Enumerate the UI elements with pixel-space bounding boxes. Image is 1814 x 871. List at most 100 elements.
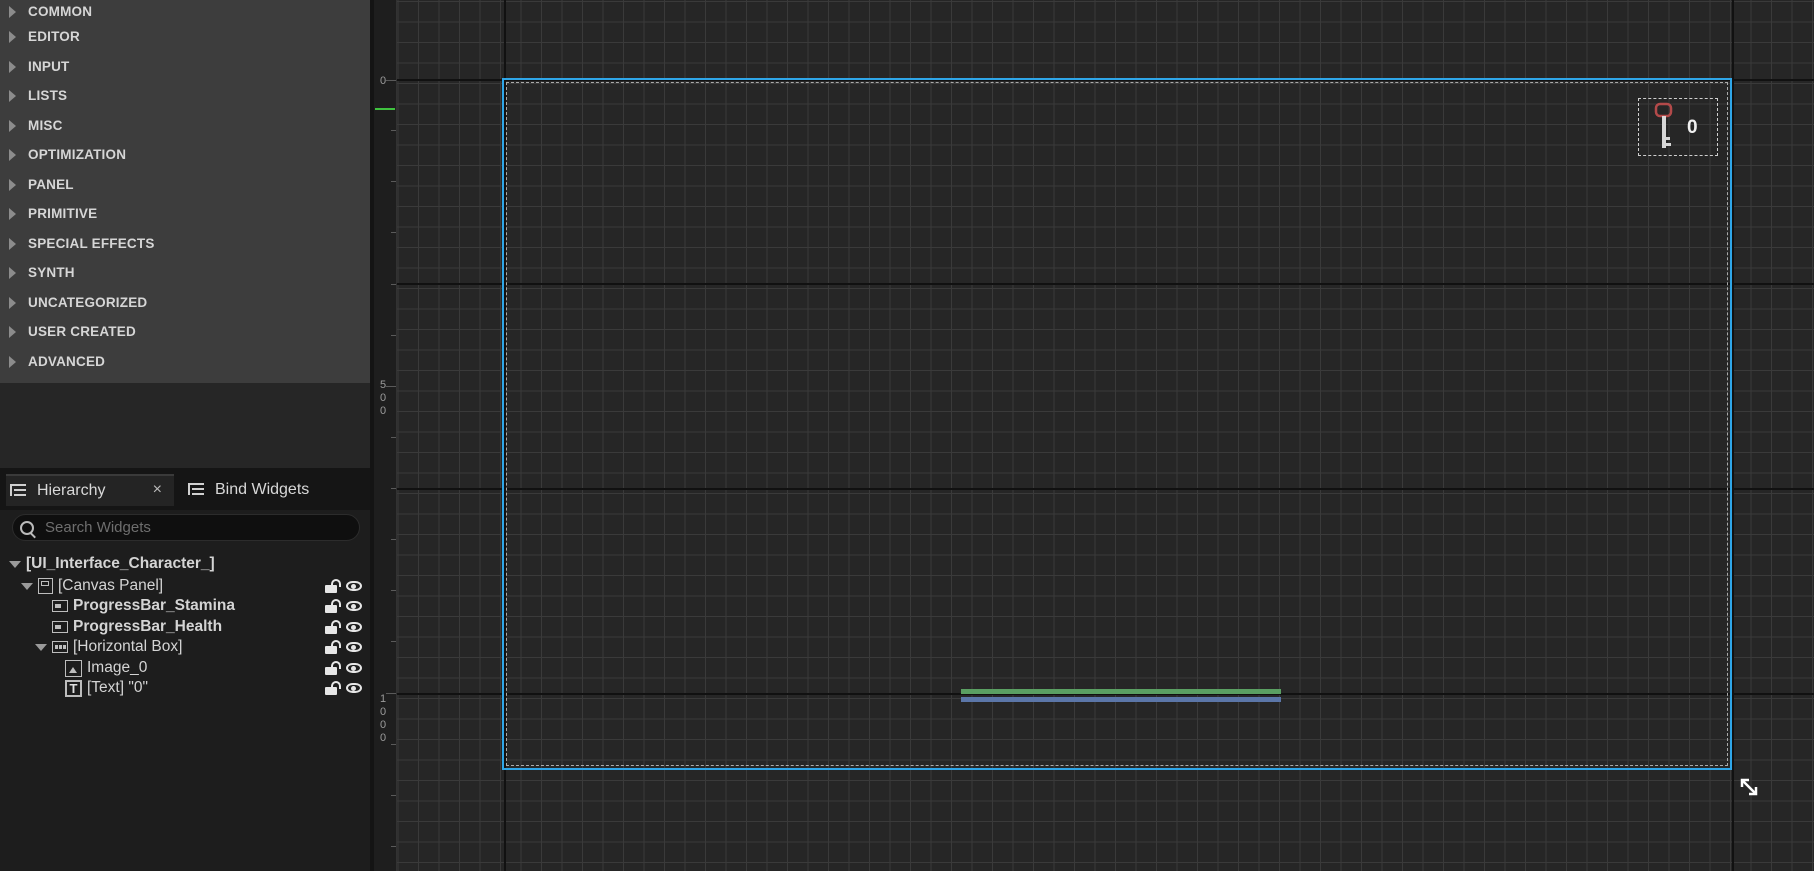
progress-bar-icon: [52, 600, 68, 612]
palette-category-primitive[interactable]: PRIMITIVE: [0, 199, 370, 228]
row-controls: [325, 579, 362, 593]
palette-category-misc[interactable]: MISC: [0, 111, 370, 140]
ruler-tick: [391, 437, 396, 438]
tab-bind-widgets[interactable]: Bind Widgets: [188, 474, 358, 506]
triangle-right-icon: [9, 89, 16, 102]
ruler-label: 0: [380, 392, 387, 404]
category-label: ADVANCED: [28, 354, 106, 369]
progress-bar-stamina[interactable]: [961, 689, 1281, 694]
eye-icon[interactable]: [346, 642, 362, 652]
ruler-tick: [391, 181, 396, 182]
row-controls: [325, 661, 362, 675]
ruler-label: 0: [380, 75, 387, 87]
ruler-tick: [391, 232, 396, 233]
lock-icon[interactable]: [325, 599, 338, 613]
palette-category-user-created[interactable]: USER CREATED: [0, 317, 370, 346]
tree-row-progressbar-health[interactable]: ProgressBar_Health: [0, 617, 370, 637]
tree-row-horizontal-box[interactable]: [Horizontal Box]: [0, 637, 370, 657]
row-controls: [325, 599, 362, 613]
triangle-right-icon: [9, 325, 16, 338]
vertical-ruler[interactable]: 0 5 0 0 1 0 0 0: [374, 0, 397, 871]
row-controls: [325, 620, 362, 634]
ruler-cursor-marker: [375, 108, 395, 110]
tree-row-root[interactable]: [UI_Interface_Character_]: [0, 554, 370, 574]
hierarchy-panel: Hierarchy × Bind Widgets [UI_Interface_C…: [0, 468, 370, 871]
ruler-label: 0: [380, 706, 387, 718]
ruler-tick: [386, 693, 396, 694]
triangle-right-icon: [9, 355, 16, 368]
ruler-tick: [391, 846, 396, 847]
eye-icon[interactable]: [346, 683, 362, 693]
palette-category-input[interactable]: INPUT: [0, 52, 370, 81]
tab-hierarchy-label: Hierarchy: [37, 482, 106, 499]
eye-icon[interactable]: [346, 663, 362, 673]
ruler-tick: [386, 80, 396, 81]
ruler-tick: [391, 744, 396, 745]
category-label: OPTIMIZATION: [28, 147, 127, 162]
tree-row-image[interactable]: Image_0: [0, 658, 370, 678]
key-count-text[interactable]: 0: [1687, 117, 1698, 139]
tree-row-text[interactable]: T [Text] "0": [0, 678, 370, 698]
tree-row-label: [Horizontal Box]: [73, 638, 183, 655]
search-icon: [20, 520, 34, 535]
tree-row-label: ProgressBar_Stamina: [73, 597, 235, 614]
designer-viewport[interactable]: 0 5 0 0 1 0 0 0 0: [374, 0, 1814, 871]
image-icon: [65, 659, 82, 677]
category-label: EDITOR: [28, 29, 80, 44]
palette-category-synth[interactable]: SYNTH: [0, 258, 370, 287]
tab-bar: Hierarchy × Bind Widgets: [0, 468, 370, 510]
tree-row-progressbar-stamina[interactable]: ProgressBar_Stamina: [0, 596, 370, 616]
chevron-down-icon[interactable]: [35, 643, 47, 651]
horizontal-box-widget[interactable]: 0: [1638, 98, 1718, 156]
palette-category-panel[interactable]: PANEL: [0, 170, 370, 199]
close-icon[interactable]: ×: [153, 481, 162, 499]
category-label: PRIMITIVE: [28, 206, 98, 221]
lock-icon[interactable]: [325, 661, 338, 675]
tab-hierarchy[interactable]: Hierarchy ×: [6, 474, 174, 506]
lock-icon[interactable]: [325, 579, 338, 593]
palette-category-editor[interactable]: EDITOR: [0, 22, 370, 51]
lock-icon[interactable]: [325, 640, 338, 654]
tree-row-canvas-panel[interactable]: [Canvas Panel]: [0, 576, 370, 596]
progress-bar-icon: [52, 621, 68, 633]
tree-row-label: Image_0: [87, 659, 148, 676]
triangle-right-icon: [9, 296, 16, 309]
category-label: LISTS: [28, 88, 68, 103]
palette-category-lists[interactable]: LISTS: [0, 81, 370, 110]
palette-category-advanced[interactable]: ADVANCED: [0, 347, 370, 376]
palette-category-uncategorized[interactable]: UNCATEGORIZED: [0, 288, 370, 317]
category-label: USER CREATED: [28, 324, 136, 339]
lock-icon[interactable]: [325, 681, 338, 695]
tree-row-label: [UI_Interface_Character_]: [26, 555, 215, 572]
lock-icon[interactable]: [325, 620, 338, 634]
ruler-tick: [391, 641, 396, 642]
ruler-tick: [386, 386, 396, 387]
category-label: COMMON: [28, 4, 93, 19]
triangle-right-icon: [9, 266, 16, 279]
ruler-tick: [391, 130, 396, 131]
triangle-right-icon: [9, 30, 16, 43]
chevron-down-icon[interactable]: [21, 582, 33, 590]
search-input[interactable]: [45, 519, 335, 536]
resize-icon[interactable]: [1738, 776, 1760, 798]
eye-icon[interactable]: [346, 581, 362, 591]
key-icon[interactable]: [1653, 101, 1675, 153]
triangle-right-icon: [9, 5, 16, 18]
palette-category-special-effects[interactable]: SPECIAL EFFECTS: [0, 229, 370, 258]
tree-row-label: [Canvas Panel]: [58, 577, 164, 594]
ruler-label: 0: [380, 719, 387, 731]
category-label: PANEL: [28, 177, 74, 192]
palette-category-optimization[interactable]: OPTIMIZATION: [0, 140, 370, 169]
category-label: INPUT: [28, 59, 70, 74]
eye-icon[interactable]: [346, 622, 362, 632]
chevron-down-icon[interactable]: [9, 560, 21, 568]
list-icon: [10, 484, 28, 498]
text-icon: T: [65, 679, 82, 697]
ruler-label: 0: [380, 405, 387, 417]
ruler-tick: [391, 795, 396, 796]
canvas-panel-frame[interactable]: [502, 78, 1732, 770]
ruler-label: 1: [380, 693, 387, 705]
eye-icon[interactable]: [346, 601, 362, 611]
triangle-right-icon: [9, 148, 16, 161]
progress-bar-health[interactable]: [961, 697, 1281, 702]
